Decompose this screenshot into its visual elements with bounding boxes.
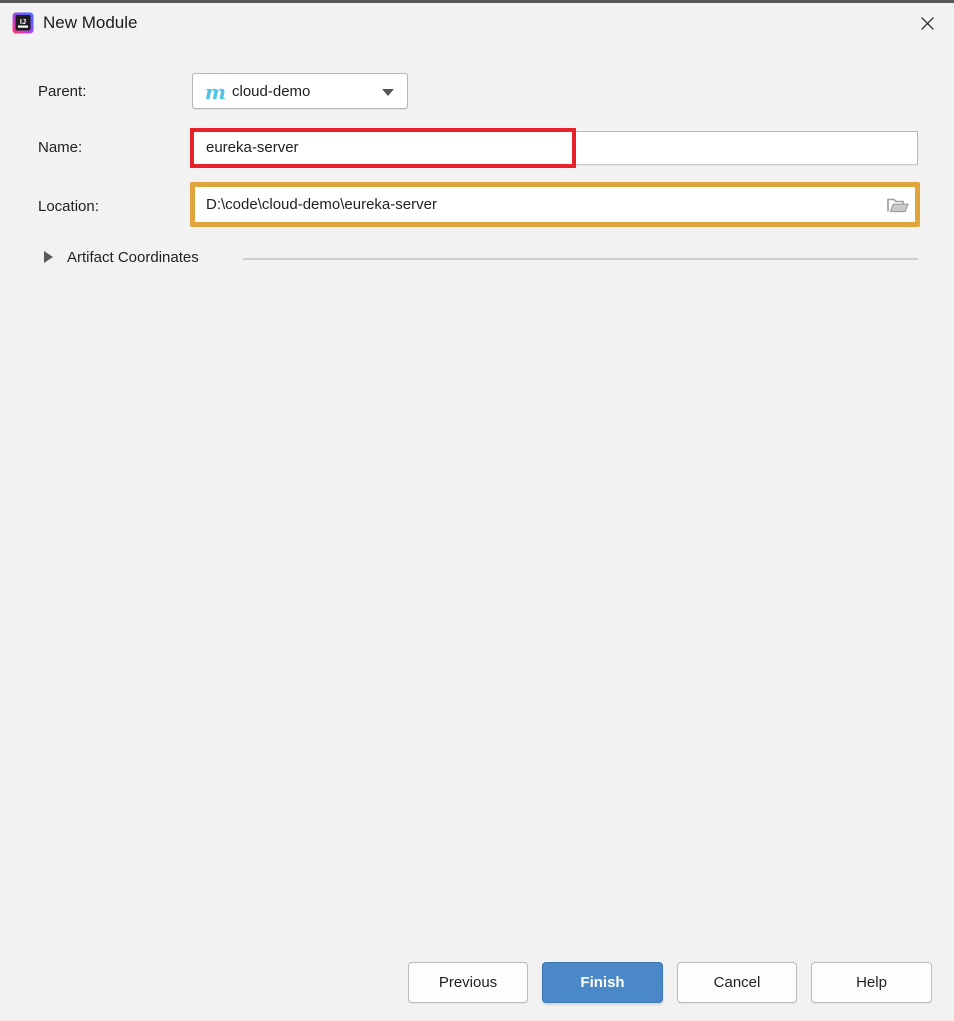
intellij-idea-icon: IJ (12, 12, 34, 34)
artifact-coordinates-label: Artifact Coordinates (67, 249, 199, 266)
location-input[interactable]: D:\code\cloud-demo\eureka-server (192, 186, 918, 223)
section-divider (243, 258, 918, 260)
close-icon[interactable] (904, 5, 950, 41)
previous-button[interactable]: Previous (408, 962, 528, 1003)
dialog-button-bar: Previous Finish Cancel Help (0, 962, 954, 1010)
name-input-value: eureka-server (206, 139, 299, 156)
parent-dropdown[interactable]: m cloud-demo (192, 73, 408, 109)
location-label: Location: (38, 198, 99, 215)
folder-icon[interactable] (885, 193, 911, 217)
triangle-right-icon[interactable] (44, 251, 53, 263)
svg-text:IJ: IJ (20, 17, 26, 26)
chevron-down-icon (382, 89, 394, 96)
window-title: New Module (43, 13, 138, 32)
finish-button[interactable]: Finish (542, 962, 663, 1003)
name-input[interactable]: eureka-server (192, 131, 918, 165)
artifact-coordinates-section[interactable]: Artifact Coordinates (38, 246, 918, 270)
parent-selected-value: cloud-demo (232, 83, 311, 100)
title-bar: IJ New Module (0, 3, 954, 43)
location-input-value: D:\code\cloud-demo\eureka-server (206, 195, 437, 213)
name-label: Name: (38, 139, 83, 156)
help-button[interactable]: Help (811, 962, 932, 1003)
maven-module-icon: m (204, 80, 226, 104)
cancel-button[interactable]: Cancel (677, 962, 797, 1003)
parent-label: Parent: (38, 83, 87, 100)
